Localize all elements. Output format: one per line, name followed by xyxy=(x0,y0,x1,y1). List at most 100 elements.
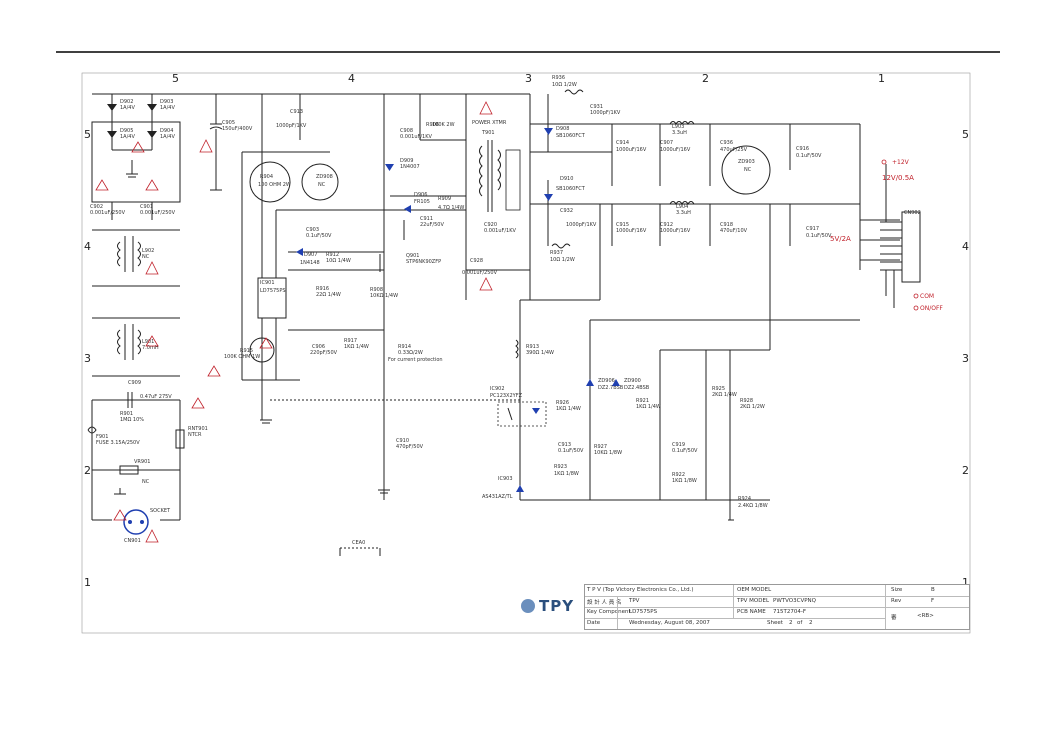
ic901-ref: IC901 xyxy=(260,280,275,286)
zone-right-4: 4 xyxy=(962,240,969,253)
onoff-terminal xyxy=(913,305,919,311)
r916-value: 22Ω 1/4W xyxy=(316,292,341,298)
r936-symbol xyxy=(564,89,584,95)
c928-ref: C928 xyxy=(470,258,483,264)
c906-value: 220pF/50V xyxy=(310,350,338,356)
c932-ref: C932 xyxy=(560,208,573,214)
zd900-value: DZ2.4BSB xyxy=(624,385,650,391)
zone-top-4: 4 xyxy=(348,72,355,85)
d907-value: 1N4148 xyxy=(300,260,320,266)
of-label: of xyxy=(797,620,803,626)
title-block: TPY T P V (Top Victory Electronics Co., … xyxy=(521,584,970,630)
rev-label: Rev xyxy=(891,598,902,604)
r926-value: 1KΩ 1/4W xyxy=(556,406,581,412)
zone-right-5: 5 xyxy=(962,128,969,141)
r937-ref: R937 xyxy=(550,250,563,256)
d909-value: 1N4007 xyxy=(400,164,420,170)
ic901-value: LD7575PS xyxy=(260,288,286,294)
t901-value: POWER XTMR xyxy=(472,120,507,126)
c907-ref: C907 xyxy=(660,140,673,146)
d907-ref: D907 xyxy=(304,252,317,258)
oem-model-label: OEM MODEL xyxy=(737,587,772,593)
c910-value: 470pF/50V xyxy=(396,444,424,450)
v12-terminal xyxy=(881,159,887,165)
c901-value: 0.001uF/250V xyxy=(140,210,176,216)
c918-value: 470uF/10V xyxy=(720,228,748,234)
com-terminal xyxy=(913,293,919,299)
vr901-ref: VR901 xyxy=(134,459,150,465)
pcb-name-label: PCB NAME xyxy=(737,609,766,615)
d909-symbol xyxy=(385,164,394,171)
c928-value: 0.001uF/250V xyxy=(462,270,498,276)
zone-top-2: 2 xyxy=(702,72,709,85)
c909-value: 0.47uF 275V xyxy=(140,394,172,400)
d905-value: 1A/4V xyxy=(120,134,135,140)
secondary-wiring xyxy=(519,94,900,520)
ic903-ref: IC903 xyxy=(498,476,513,482)
extra-value: <RB> xyxy=(917,613,934,619)
r922-value: 1KΩ 1/8W xyxy=(672,478,697,484)
zone-top-5: 5 xyxy=(172,72,179,85)
r936-value: 10Ω 1/2W xyxy=(552,82,577,88)
ic903-symbol xyxy=(516,485,524,492)
tpv-model-value: PWTVO3CVPNQ xyxy=(773,598,816,604)
c917-ref: C917 xyxy=(806,226,819,232)
c914-ref: C914 xyxy=(616,140,629,146)
r925-value: 2KΩ 1/4W xyxy=(712,392,737,398)
onoff-label: ON/OFF xyxy=(920,305,943,312)
r924-ref: R924 xyxy=(738,496,751,502)
c913-ref: C913 xyxy=(290,109,303,115)
rev-value: F xyxy=(931,598,935,604)
zone-right-2: 2 xyxy=(962,464,969,477)
output-connector-cn902 xyxy=(880,164,921,308)
cn901-ref: CN901 xyxy=(124,538,141,544)
zd906-ref: ZD906 xyxy=(598,378,615,384)
l904-value: 3.3uH xyxy=(676,210,691,216)
r927-value: 10KΩ 1/8W xyxy=(594,450,622,456)
zone-right-3: 3 xyxy=(962,352,969,365)
r909-value: 4.7Ω 1/4W xyxy=(438,205,464,211)
zone-left-2: 2 xyxy=(84,464,91,477)
size-label: Size xyxy=(891,587,903,593)
c936-ref: C936 xyxy=(720,140,733,146)
r915-value: 100K OHM 1W xyxy=(224,354,260,360)
r936-ref: R936 xyxy=(552,75,565,81)
d908-ref: D908 xyxy=(556,126,569,132)
c936-value: 470uF/25V xyxy=(720,147,748,153)
c907-value: 1000uF/16V xyxy=(660,147,691,153)
r901-value: 1MΩ 10% xyxy=(120,417,144,423)
com-label: COM xyxy=(920,293,934,300)
d910-symbol xyxy=(544,194,553,201)
c908-value: 0.001uF/1KV xyxy=(400,134,433,140)
zone-top-3: 3 xyxy=(525,72,532,85)
l902-value: NC xyxy=(142,254,150,260)
r937-symbol xyxy=(551,243,571,249)
tpv-model-label: TPV MODEL xyxy=(737,598,770,604)
v12-rating: 12V/0.5A xyxy=(882,174,914,182)
r914-note: For current protection xyxy=(388,357,443,363)
r928-value: 2KΩ 1/2W xyxy=(740,404,765,410)
v5-rating: 5V/2A xyxy=(830,235,851,243)
r921-value: 1KΩ 1/4W xyxy=(636,404,661,410)
d902-value: 1A/4V xyxy=(120,105,135,111)
d906-symbol xyxy=(404,205,411,213)
d906-value: FR105 xyxy=(414,199,430,205)
r904-ref: R904 xyxy=(260,174,273,180)
schematic-drawing: 5 4 3 2 1 5 4 3 2 1 5 4 3 2 1 D902 1A/4V… xyxy=(56,51,1000,634)
r914-value: 0.33Ω/2W xyxy=(398,350,423,356)
ic902-value: PC123X2YFZ xyxy=(490,393,523,399)
zone-left-3: 3 xyxy=(84,352,91,365)
key-component-value: LD7575PS xyxy=(629,609,658,615)
c909-ref: C909 xyxy=(128,380,141,386)
zone-left-1: 1 xyxy=(84,576,91,589)
gnd-cap-label: CEA0 xyxy=(352,540,365,546)
d910-value: SB1060FCT xyxy=(556,186,586,192)
r913-symbol xyxy=(515,339,519,359)
optocoupler-ic902 xyxy=(497,401,547,427)
c912-value: 1000uF/16V xyxy=(660,228,691,234)
zone-top-1: 1 xyxy=(878,72,885,85)
d910-ref: D910 xyxy=(560,176,573,182)
c916-value: 0.1uF/50V xyxy=(796,153,822,159)
c913b-value: 0.1uF/50V xyxy=(558,448,584,454)
c916-ref: C916 xyxy=(796,146,809,152)
